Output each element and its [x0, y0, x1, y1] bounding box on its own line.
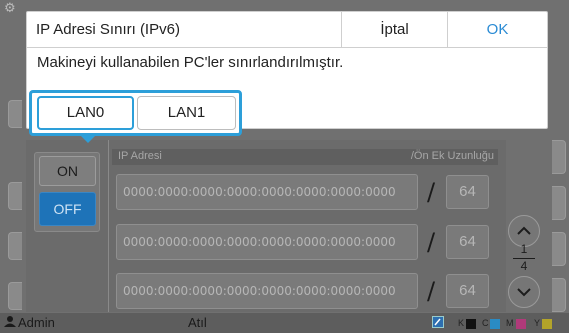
off-button[interactable]: OFF — [39, 192, 96, 226]
user-name: Admin — [18, 315, 55, 330]
panel-divider — [108, 140, 109, 312]
ink-level-c — [490, 319, 500, 329]
ip-address-field[interactable]: 0000:0000:0000:0000:0000:0000:0000:0000 — [116, 174, 418, 210]
ip-address-field[interactable]: 0000:0000:0000:0000:0000:0000:0000:0000 — [116, 273, 418, 309]
prefix-length-field[interactable]: 64 — [446, 225, 489, 259]
ink-label-c: C — [482, 318, 489, 328]
prefix-length-header: /Ön Ek Uzunluğu — [410, 150, 494, 162]
background-edge — [552, 186, 566, 220]
ip-address-header: IP Adresi — [118, 150, 162, 162]
ink-label-m: M — [506, 318, 514, 328]
status-bar: Admin Atıl K C M Y — [0, 313, 569, 333]
machine-status: Atıl — [188, 315, 207, 330]
dialog-message: Makineyi kullanabilen PC'ler sınırlandır… — [37, 54, 344, 71]
background-edge — [8, 100, 22, 128]
tab-lan1[interactable]: LAN1 — [137, 96, 236, 130]
ok-button[interactable]: OK — [448, 12, 547, 48]
prefix-length-field[interactable]: 64 — [446, 274, 489, 308]
slash-separator: / — [426, 277, 436, 305]
background-edge — [552, 278, 566, 312]
background-edge — [8, 232, 22, 260]
slash-separator: / — [426, 228, 436, 256]
dialog-title: IP Adresi Sınırı (IPv6) — [36, 21, 180, 38]
cancel-button[interactable]: İptal — [342, 12, 447, 48]
chevron-down-icon — [517, 288, 531, 297]
ink-label-k: K — [458, 318, 465, 328]
ip-table-header: IP Adresi /Ön Ek Uzunluğu — [112, 149, 498, 165]
tab-lan0[interactable]: LAN0 — [37, 96, 134, 130]
background-edge — [552, 140, 566, 174]
ip-address-field[interactable]: 0000:0000:0000:0000:0000:0000:0000:0000 — [116, 224, 418, 260]
dialog-header: IP Adresi Sınırı (IPv6) İptal OK — [27, 12, 547, 48]
selected-tab-pointer — [81, 136, 95, 143]
ink-label-y: Y — [534, 318, 541, 328]
gear-icon: ⚙ — [4, 1, 16, 16]
current-page: 1 — [520, 242, 528, 256]
total-pages: 4 — [520, 259, 528, 273]
ink-level-y — [542, 319, 552, 329]
ink-level-m — [516, 319, 526, 329]
background-edge — [8, 182, 22, 210]
prefix-length-field[interactable]: 64 — [446, 175, 489, 209]
background-edge — [552, 232, 566, 266]
on-button[interactable]: ON — [39, 156, 96, 186]
user-icon — [4, 316, 16, 327]
ink-level-k — [466, 319, 476, 329]
edit-icon — [432, 316, 444, 328]
slash-separator: / — [426, 178, 436, 206]
background-edge — [8, 282, 22, 310]
page-down-button[interactable] — [508, 276, 540, 308]
